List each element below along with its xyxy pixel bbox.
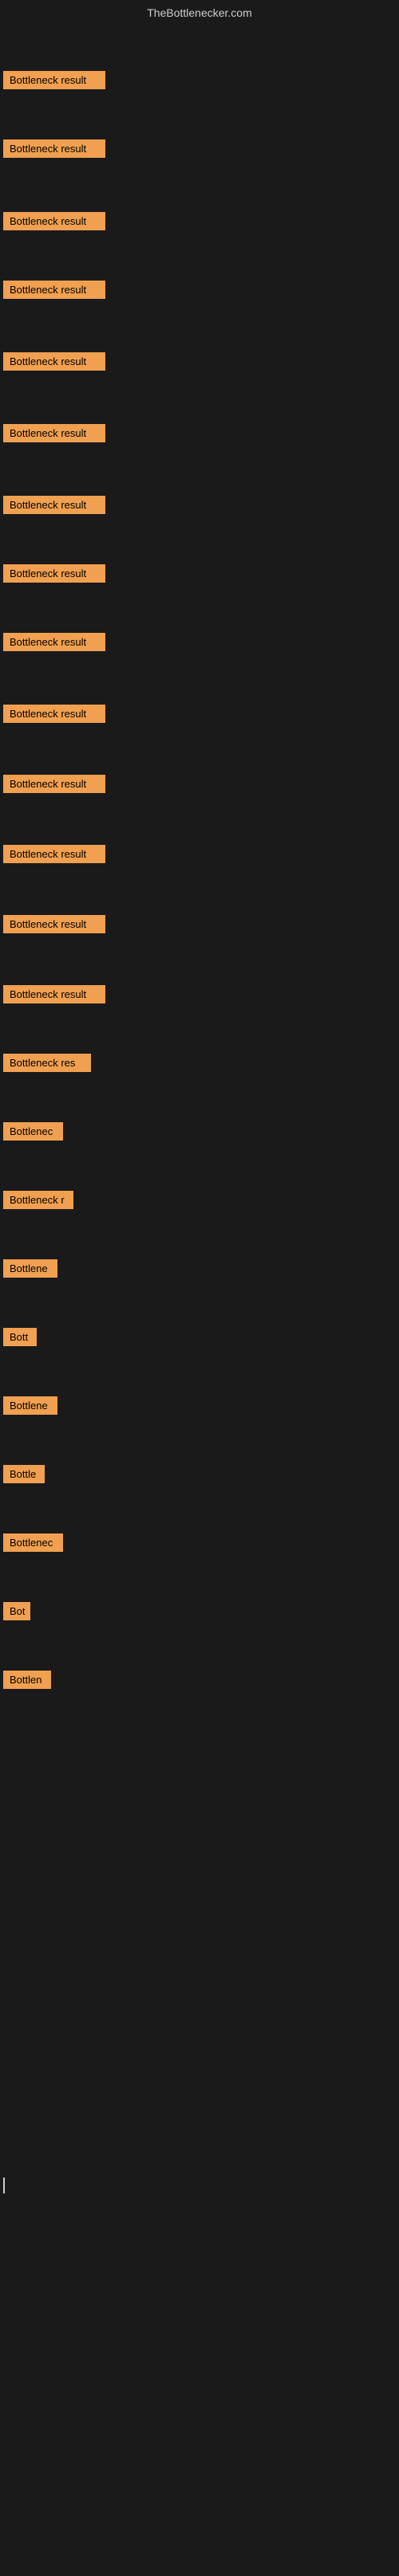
bottleneck-result-item[interactable]: Bottleneck res [3,1054,91,1072]
bottleneck-result-item[interactable]: Bottlenec [3,1533,63,1552]
bottleneck-result-item[interactable]: Bottleneck result [3,212,105,230]
bottleneck-result-item[interactable]: Bottlenec [3,1122,63,1141]
bottleneck-result-item[interactable]: Bottleneck result [3,352,105,371]
bottleneck-result-item[interactable]: Bottleneck result [3,915,105,933]
site-title: TheBottlenecker.com [0,0,399,26]
bottleneck-result-item[interactable]: Bottleneck result [3,705,105,723]
bottleneck-result-item[interactable]: Bottle [3,1465,45,1483]
bottleneck-result-item[interactable]: Bottleneck result [3,139,105,158]
bottleneck-result-item[interactable]: Bottleneck result [3,775,105,793]
bottleneck-result-item[interactable]: Bott [3,1328,37,1346]
bottleneck-result-item[interactable]: Bottlen [3,1671,51,1689]
bottleneck-result-item[interactable]: Bottleneck r [3,1191,73,1209]
bottleneck-result-item[interactable]: Bottlene [3,1396,57,1415]
bottleneck-result-item[interactable]: Bottleneck result [3,564,105,583]
bottleneck-result-item[interactable]: Bottlene [3,1259,57,1278]
cursor [3,2177,5,2193]
bottleneck-result-item[interactable]: Bot [3,1602,30,1620]
bottleneck-result-item[interactable]: Bottleneck result [3,424,105,442]
bottleneck-result-item[interactable]: Bottleneck result [3,71,105,89]
bottleneck-result-item[interactable]: Bottleneck result [3,845,105,863]
bottleneck-result-item[interactable]: Bottleneck result [3,281,105,299]
bottleneck-result-item[interactable]: Bottleneck result [3,633,105,651]
bottleneck-result-item[interactable]: Bottleneck result [3,985,105,1003]
bottleneck-result-item[interactable]: Bottleneck result [3,496,105,514]
